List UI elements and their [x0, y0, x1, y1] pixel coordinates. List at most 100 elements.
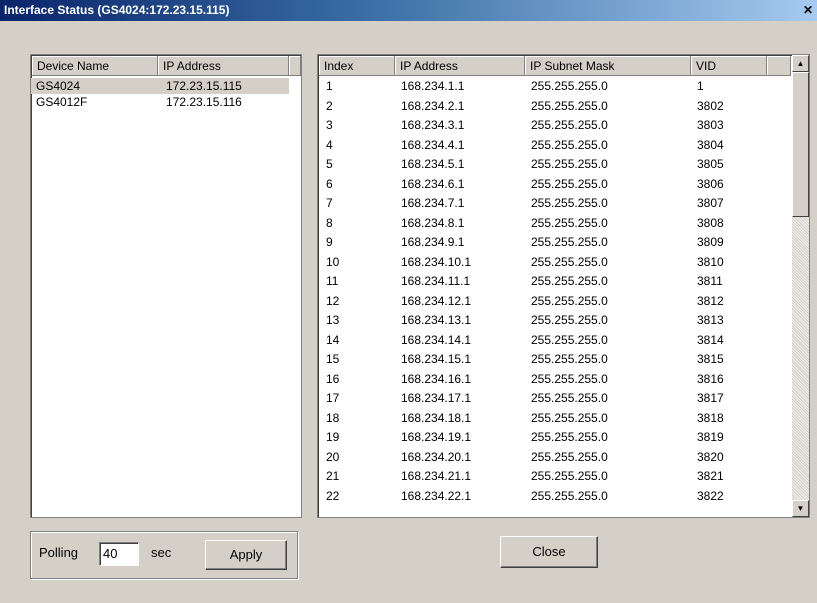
interface-row[interactable]: 15 168.234.15.1 255.255.255.0 3815 [318, 351, 792, 367]
index-column-header[interactable]: Index [319, 56, 395, 76]
ip-address-cell: 168.234.7.1 [401, 196, 465, 210]
apply-button[interactable]: Apply [205, 540, 287, 570]
interface-row[interactable]: 2 168.234.2.1 255.255.255.0 3802 [318, 98, 792, 114]
vid-cell: 3808 [697, 215, 724, 230]
vid-cell: 3815 [697, 352, 724, 366]
ip-address-cell: 168.234.20.1 [401, 449, 472, 464]
index-cell: 8 [326, 215, 333, 230]
index-cell: 16 [326, 371, 340, 386]
vid-cell: 3802 [697, 98, 724, 113]
ip-address-cell: 168.234.22.1 [401, 488, 472, 503]
ip-address-cell: 168.234.17.1 [401, 391, 472, 405]
ip-address-column-header[interactable]: IP Address [395, 56, 525, 76]
ip-address-cell: 168.234.9.1 [401, 235, 465, 249]
interface-row[interactable]: 12 168.234.12.1 255.255.255.0 3812 [318, 293, 792, 309]
vid-cell: 3819 [697, 430, 724, 444]
title-bar: Interface Status (GS4024:172.23.15.115) … [0, 0, 817, 21]
scroll-up-icon[interactable]: ▲ [792, 55, 809, 72]
subnet-mask-cell: 255.255.255.0 [531, 469, 608, 483]
subnet-mask-cell: 255.255.255.0 [531, 176, 608, 191]
subnet-mask-cell: 255.255.255.0 [531, 488, 608, 503]
interface-row[interactable]: 9 168.234.9.1 255.255.255.0 3809 [318, 234, 792, 250]
window-close-icon[interactable]: ✕ [801, 0, 815, 21]
vid-cell: 3818 [697, 410, 724, 425]
interface-table: Index IP Address IP Subnet Mask VID 1 168… [317, 54, 810, 518]
interface-row[interactable]: 17 168.234.17.1 255.255.255.0 3817 [318, 390, 792, 406]
vid-column-header[interactable]: VID [691, 56, 767, 76]
index-cell: 6 [326, 176, 333, 191]
ip-address-cell: 168.234.5.1 [401, 157, 465, 171]
index-cell: 12 [326, 293, 340, 308]
index-cell: 5 [326, 157, 333, 171]
interface-row[interactable]: 14 168.234.14.1 255.255.255.0 3814 [318, 332, 792, 348]
interface-row[interactable]: 4 168.234.4.1 255.255.255.0 3804 [318, 137, 792, 153]
vid-cell: 3816 [697, 371, 724, 386]
interface-row[interactable]: 22 168.234.22.1 255.255.255.0 3822 [318, 488, 792, 504]
interface-scrollbar[interactable]: ▲ ▼ [792, 55, 809, 517]
interface-row[interactable]: 1 168.234.1.1 255.255.255.0 1 [318, 78, 792, 94]
subnet-mask-cell: 255.255.255.0 [531, 98, 608, 113]
polling-group: Polling 40 sec Apply [30, 531, 298, 579]
vid-cell: 3820 [697, 449, 724, 464]
subnet-mask-cell: 255.255.255.0 [531, 352, 608, 366]
polling-interval-input[interactable]: 40 [99, 542, 139, 566]
scroll-thumb[interactable] [792, 72, 809, 217]
device-row[interactable]: GS4012F 172.23.15.116 [31, 94, 301, 110]
subnet-mask-cell: 255.255.255.0 [531, 449, 608, 464]
ip-address-cell: 168.234.16.1 [401, 371, 472, 386]
interface-row[interactable]: 8 168.234.8.1 255.255.255.0 3808 [318, 215, 792, 231]
close-button[interactable]: Close [500, 536, 598, 568]
index-cell: 20 [326, 449, 340, 464]
device-name-column-header[interactable]: Device Name [32, 56, 158, 76]
interface-row[interactable]: 11 168.234.11.1 255.255.255.0 3811 [318, 273, 792, 289]
interface-row[interactable]: 20 168.234.20.1 255.255.255.0 3820 [318, 449, 792, 465]
interface-row[interactable]: 18 168.234.18.1 255.255.255.0 3818 [318, 410, 792, 426]
vid-cell: 3822 [697, 488, 724, 503]
index-cell: 1 [326, 79, 333, 93]
index-cell: 10 [326, 254, 340, 269]
scroll-down-icon[interactable]: ▼ [792, 500, 809, 517]
index-cell: 15 [326, 352, 340, 366]
subnet-mask-cell: 255.255.255.0 [531, 313, 608, 327]
interface-row[interactable]: 13 168.234.13.1 255.255.255.0 3813 [318, 312, 792, 328]
index-cell: 14 [326, 332, 340, 347]
device-ip-column-header[interactable]: IP Address [158, 56, 289, 76]
ip-address-cell: 168.234.15.1 [401, 352, 472, 366]
ip-address-cell: 168.234.2.1 [401, 98, 465, 113]
ip-address-cell: 168.234.21.1 [401, 469, 472, 483]
subnet-mask-cell: 255.255.255.0 [531, 371, 608, 386]
interface-row[interactable]: 21 168.234.21.1 255.255.255.0 3821 [318, 468, 792, 484]
subnet-mask-cell: 255.255.255.0 [531, 215, 608, 230]
interface-row[interactable]: 5 168.234.5.1 255.255.255.0 3805 [318, 156, 792, 172]
interface-row[interactable]: 3 168.234.3.1 255.255.255.0 3803 [318, 117, 792, 133]
interface-row[interactable]: 7 168.234.7.1 255.255.255.0 3807 [318, 195, 792, 211]
subnet-mask-cell: 255.255.255.0 [531, 410, 608, 425]
interface-row[interactable]: 6 168.234.6.1 255.255.255.0 3806 [318, 176, 792, 192]
vid-cell: 3821 [697, 469, 724, 483]
ip-address-cell: 168.234.13.1 [401, 313, 472, 327]
subnet-mask-column-header[interactable]: IP Subnet Mask [525, 56, 691, 76]
subnet-mask-cell: 255.255.255.0 [531, 137, 608, 152]
index-cell: 19 [326, 430, 340, 444]
window-title: Interface Status (GS4024:172.23.15.115) [4, 3, 230, 17]
subnet-mask-cell: 255.255.255.0 [531, 332, 608, 347]
index-cell: 22 [326, 488, 340, 503]
device-row[interactable]: GS4024 172.23.15.115 [31, 78, 289, 94]
interface-row[interactable]: 19 168.234.19.1 255.255.255.0 3819 [318, 429, 792, 445]
vid-cell: 3807 [697, 196, 724, 210]
index-cell: 3 [326, 118, 333, 132]
vid-cell: 3811 [697, 274, 723, 288]
polling-unit-label: sec [151, 545, 172, 560]
vid-cell: 3803 [697, 118, 724, 132]
interface-row[interactable]: 10 168.234.10.1 255.255.255.0 3810 [318, 254, 792, 270]
ip-address-cell: 168.234.1.1 [401, 79, 465, 93]
subnet-mask-cell: 255.255.255.0 [531, 254, 608, 269]
index-cell: 9 [326, 235, 333, 249]
index-cell: 13 [326, 313, 340, 327]
subnet-mask-cell: 255.255.255.0 [531, 79, 608, 93]
index-cell: 7 [326, 196, 333, 210]
subnet-mask-cell: 255.255.255.0 [531, 430, 608, 444]
polling-label: Polling [39, 545, 79, 560]
subnet-mask-cell: 255.255.255.0 [531, 157, 608, 171]
interface-row[interactable]: 16 168.234.16.1 255.255.255.0 3816 [318, 371, 792, 387]
